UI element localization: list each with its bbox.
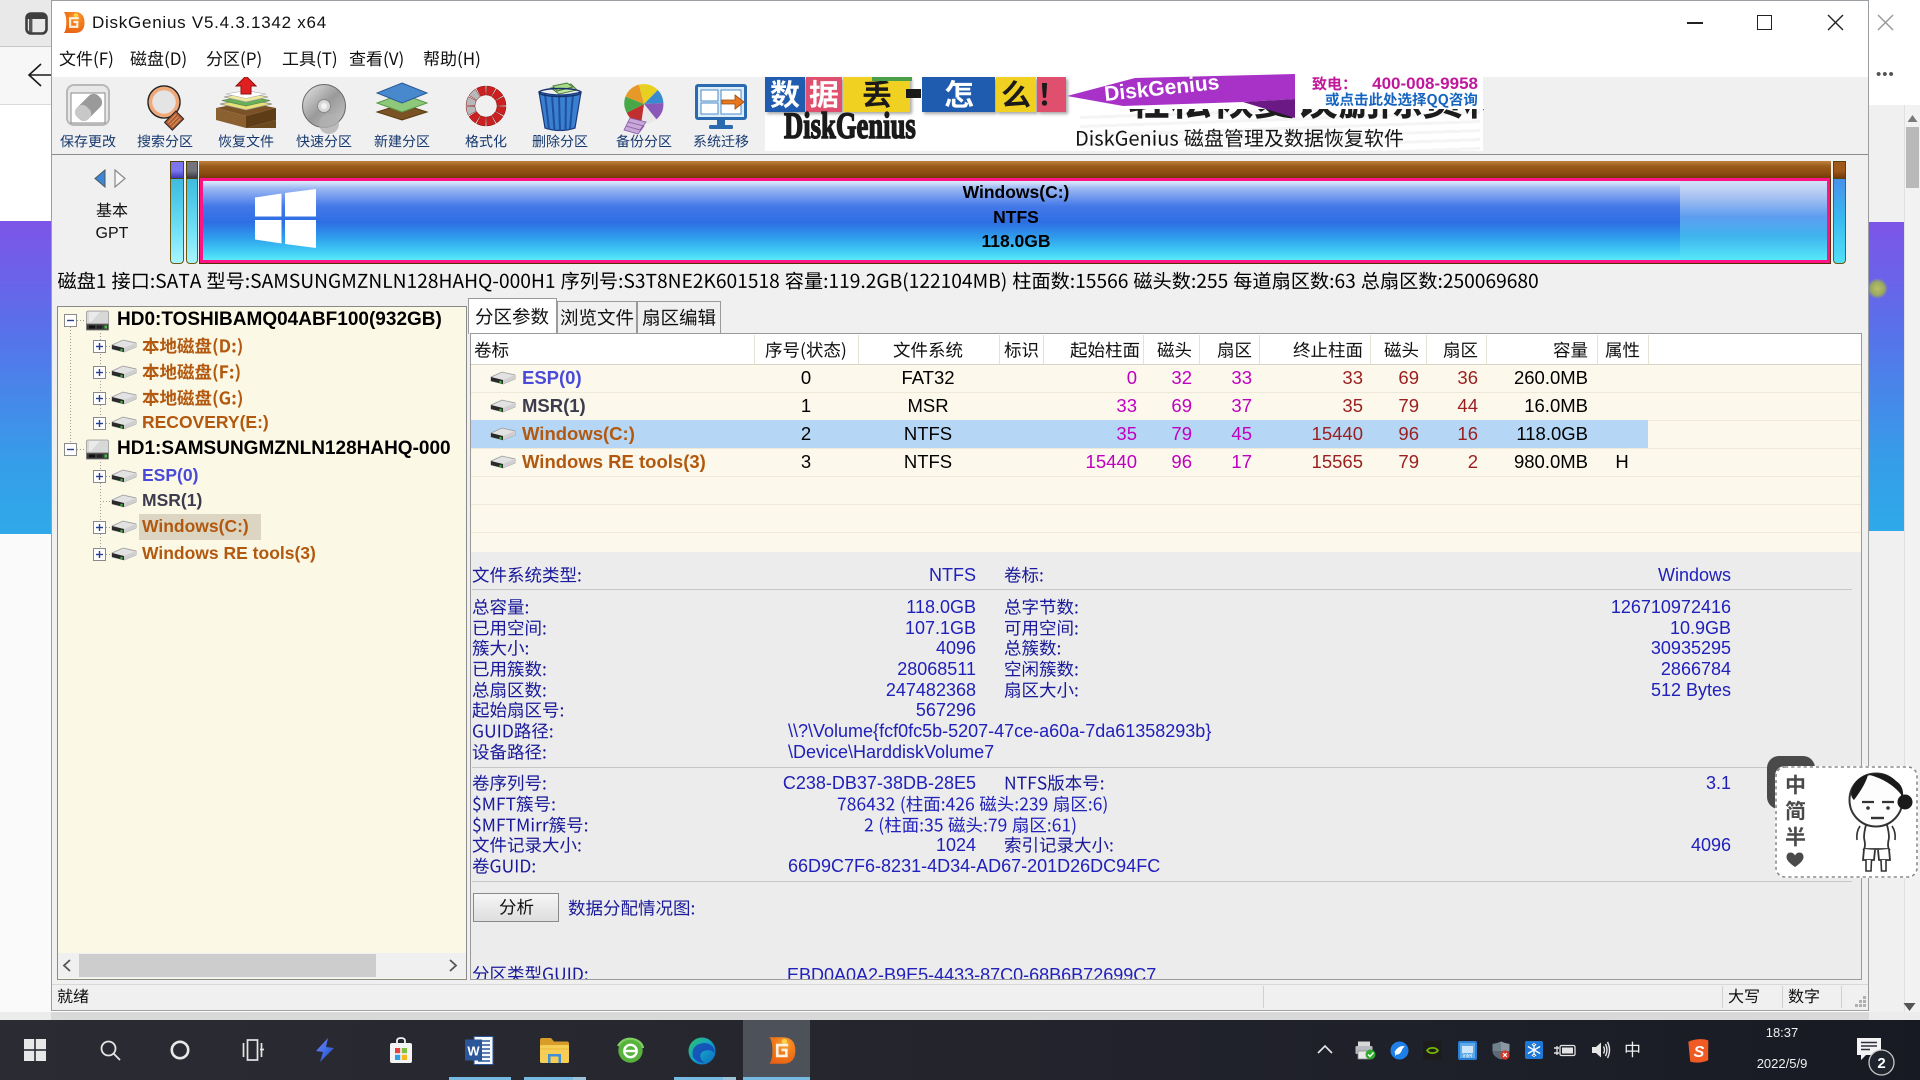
svg-text:W: W	[467, 1044, 480, 1059]
svg-text:S: S	[1694, 1044, 1705, 1061]
svg-text:intel: intel	[1463, 1054, 1472, 1060]
svg-text:2: 2	[1877, 1055, 1885, 1072]
